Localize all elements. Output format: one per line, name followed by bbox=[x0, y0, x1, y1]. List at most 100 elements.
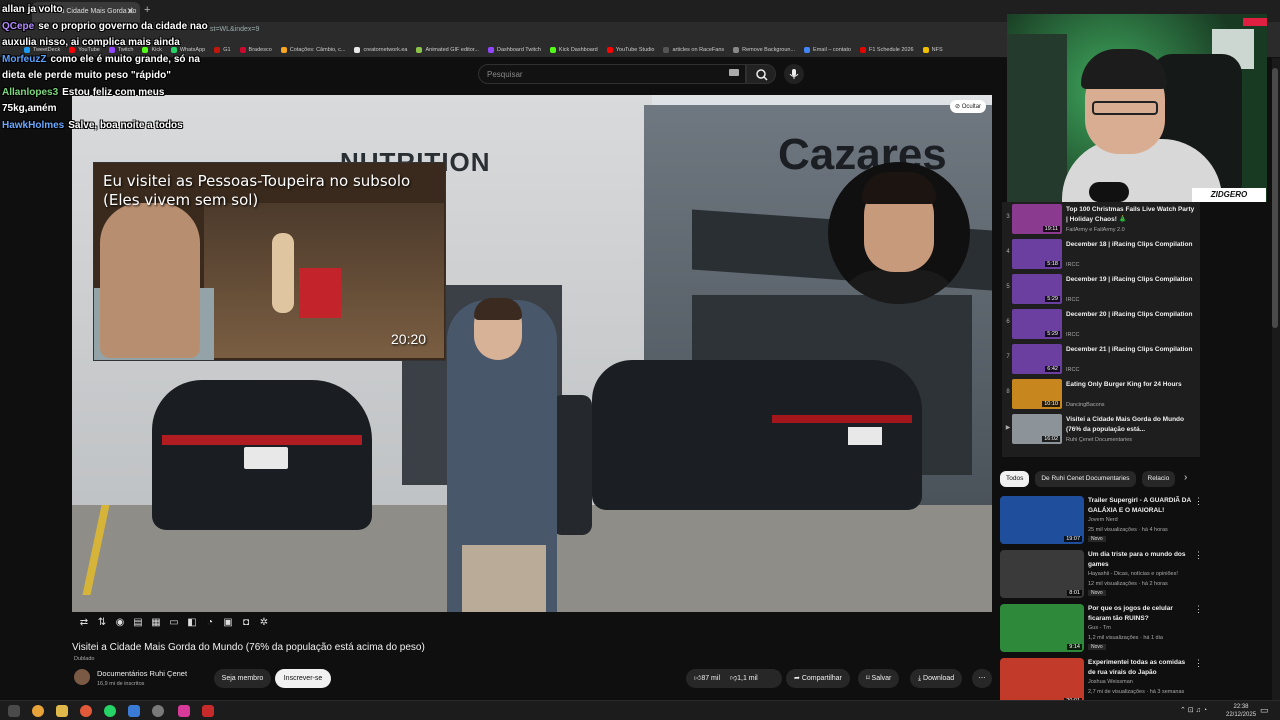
playlist-thumbnail[interactable]: 16:02 bbox=[1012, 414, 1062, 444]
theater-icon[interactable]: ▭ bbox=[168, 617, 180, 629]
bookmark-item[interactable]: Dashboard Twitch bbox=[487, 46, 541, 53]
recommendation-thumbnail[interactable]: 19:07 bbox=[1000, 496, 1084, 544]
playlist-item[interactable]: 4 5:18 December 18 | iRacing Clips Compila… bbox=[1002, 237, 1200, 272]
url-text[interactable]: st=WL&index=9 bbox=[210, 26, 259, 33]
page-scrollbar[interactable] bbox=[1272, 58, 1280, 700]
transcript-icon[interactable]: ▣ bbox=[222, 617, 234, 629]
recommendation-channel[interactable]: Hayashii - Dicas, notícias e opiniões! bbox=[1088, 571, 1178, 577]
recommendation-item[interactable]: 8:01 Um dia triste para o mundo dos games… bbox=[1000, 550, 1203, 602]
playlist-item[interactable]: 3 19:11 Top 100 Christmas Fails Live Watch… bbox=[1002, 202, 1200, 237]
download-button[interactable]: ⤓ Download bbox=[910, 669, 963, 688]
media-app-icon[interactable] bbox=[202, 705, 214, 717]
bookmark-item[interactable]: Kick Dashboard bbox=[549, 46, 598, 53]
clock[interactable]: 22:38 22/12/2025 bbox=[1226, 703, 1256, 719]
recommendation-channel[interactable]: Gus - Tm bbox=[1088, 625, 1111, 631]
playlist-title[interactable]: Top 100 Christmas Fails Live Watch Party… bbox=[1066, 205, 1196, 225]
chevron-right-icon[interactable]: › bbox=[1184, 472, 1187, 483]
bookmark-item[interactable]: F1 Schedule 2026 bbox=[859, 46, 914, 53]
bookmark-item[interactable]: NFS bbox=[922, 46, 943, 53]
playlist-item[interactable]: 5 5:29 December 19 | iRacing Clips Compila… bbox=[1002, 272, 1200, 307]
recommendation-item[interactable]: 9:14 Por que os jogos de celular ficaram … bbox=[1000, 604, 1203, 656]
folder-icon[interactable] bbox=[56, 705, 68, 717]
whatsapp-icon[interactable] bbox=[104, 705, 116, 717]
playlist-title[interactable]: Eating Only Burger King for 24 Hours bbox=[1066, 380, 1196, 390]
playlist-thumbnail[interactable]: 10:10 bbox=[1012, 379, 1062, 409]
keyboard-icon[interactable] bbox=[729, 69, 739, 76]
bookmark-item[interactable]: articles on RaceFans bbox=[663, 46, 724, 53]
app-icon[interactable] bbox=[80, 705, 92, 717]
sort-icon[interactable]: ⇅ bbox=[96, 617, 108, 629]
playlist-item[interactable]: 6 5:29 December 20 | iRacing Clips Compila… bbox=[1002, 307, 1200, 342]
settings-app-icon[interactable] bbox=[152, 705, 164, 717]
recommendation-title[interactable]: Por que os jogos de celular ficaram tão … bbox=[1088, 604, 1192, 624]
recommendation-thumbnail[interactable]: 8:01 bbox=[1000, 550, 1084, 598]
subscribe-button[interactable]: Inscrever-se bbox=[275, 669, 331, 688]
playlist-item[interactable]: 7 6:42 December 21 | iRacing Clips Compila… bbox=[1002, 342, 1200, 377]
playlist-title[interactable]: December 21 | iRacing Clips Compilation bbox=[1066, 345, 1196, 355]
more-actions-button[interactable]: ⋯ bbox=[972, 669, 992, 688]
end-screen-channel-avatar[interactable] bbox=[828, 162, 970, 304]
system-tray-icons[interactable]: ⌃ ⊡ ♫ ◔ bbox=[1180, 706, 1207, 714]
playlist-thumbnail[interactable]: 5:18 bbox=[1012, 239, 1062, 269]
playlist-title[interactable]: December 18 | iRacing Clips Compilation bbox=[1066, 240, 1196, 250]
end-screen-video-card[interactable]: Eu visitei as Pessoas-Toupeira no subsol… bbox=[93, 162, 446, 361]
bookmark-item[interactable]: YouTube Studio bbox=[606, 46, 654, 53]
like-button[interactable]: 👍︎ 87 mil bbox=[694, 669, 720, 688]
share-button[interactable]: ➦ Compartilhar bbox=[786, 669, 850, 688]
kebab-menu-icon[interactable]: ⋮ bbox=[1194, 550, 1203, 561]
bookmark-item[interactable]: Bradesco bbox=[239, 46, 272, 53]
join-button[interactable]: Seja membro bbox=[214, 669, 271, 688]
playlist-item[interactable]: ▶ 16:02 Visitei a Cidade Mais Gorda do Mun… bbox=[1002, 412, 1200, 447]
start-icon[interactable] bbox=[8, 705, 20, 717]
kebab-menu-icon[interactable]: ⋮ bbox=[1194, 604, 1203, 615]
bookmark-item[interactable]: Remove Backgroun... bbox=[733, 46, 795, 53]
playlist-title[interactable]: Visitei a Cidade Mais Gorda do Mundo (76… bbox=[1066, 415, 1196, 435]
recommendation-thumbnail[interactable]: 20:01 bbox=[1000, 658, 1084, 706]
hide-button[interactable]: ⊘ Ocultar bbox=[950, 100, 987, 113]
playlist-item[interactable]: 8 10:10 Eating Only Burger King for 24 Hou… bbox=[1002, 377, 1200, 412]
channel-name[interactable]: Documentários Ruhi Çenet bbox=[97, 669, 187, 678]
discord-icon[interactable] bbox=[128, 705, 140, 717]
playlist-thumbnail[interactable]: 5:29 bbox=[1012, 309, 1062, 339]
bookmark-item[interactable]: Email – contato bbox=[804, 46, 851, 53]
audio-icon[interactable]: ◉ bbox=[114, 617, 126, 629]
filter-chip[interactable]: De Ruhi Cenet Documentaries bbox=[1035, 471, 1136, 487]
mic-button[interactable] bbox=[784, 64, 804, 84]
kebab-menu-icon[interactable]: ⋮ bbox=[1194, 496, 1203, 507]
search-button[interactable] bbox=[746, 64, 776, 84]
bookmark-item[interactable]: Animated GIF editor... bbox=[416, 46, 479, 53]
captions-icon[interactable]: ▤ bbox=[132, 617, 144, 629]
recommendation-thumbnail[interactable]: 9:14 bbox=[1000, 604, 1084, 652]
playlist-title[interactable]: December 20 | iRacing Clips Compilation bbox=[1066, 310, 1196, 320]
recommendation-channel[interactable]: Jovem Nerd bbox=[1088, 517, 1118, 523]
save-button[interactable]: ⌑ Salvar bbox=[858, 669, 900, 688]
bookmark-item[interactable]: creatornetwork.ea bbox=[354, 46, 407, 53]
obs-icon[interactable] bbox=[178, 705, 190, 717]
filter-chip[interactable]: Todos bbox=[1000, 471, 1030, 487]
playlist-thumbnail[interactable]: 6:42 bbox=[1012, 344, 1062, 374]
scrollbar-thumb[interactable] bbox=[1272, 68, 1278, 328]
screenshot-icon[interactable]: ◘ bbox=[240, 617, 252, 629]
playlist-title[interactable]: December 19 | iRacing Clips Compilation bbox=[1066, 275, 1196, 285]
chapters-icon[interactable]: ▦ bbox=[150, 617, 162, 629]
recommendation-item[interactable]: 19:07 Trailer Supergirl - A GUARDIÃ DA GA… bbox=[1000, 496, 1203, 548]
playlist-thumbnail[interactable]: 5:29 bbox=[1012, 274, 1062, 304]
filter-chip[interactable]: Relacio bbox=[1141, 471, 1176, 487]
settings-icon[interactable]: ✲ bbox=[258, 617, 270, 629]
search-input[interactable]: Pesquisar bbox=[478, 64, 746, 84]
loop-icon[interactable]: ⇄ bbox=[78, 617, 90, 629]
recommendation-title[interactable]: Experimentei todas as comidas de rua vir… bbox=[1088, 658, 1192, 678]
playlist-thumbnail[interactable]: 19:11 bbox=[1012, 204, 1062, 234]
channel-avatar[interactable] bbox=[74, 669, 90, 685]
recommendation-channel[interactable]: Joshua Weissman bbox=[1088, 679, 1133, 685]
kebab-menu-icon[interactable]: ⋮ bbox=[1194, 658, 1203, 669]
dislike-button[interactable]: 👎︎ 1,1 mil bbox=[730, 669, 758, 688]
bookmark-item[interactable]: Cotações: Câmbio, c... bbox=[280, 46, 345, 53]
bookmark-item[interactable]: G1 bbox=[214, 46, 231, 53]
speed-icon[interactable]: ◔ bbox=[204, 617, 216, 629]
recommendation-title[interactable]: Um dia triste para o mundo dos games bbox=[1088, 550, 1192, 570]
notification-icon[interactable]: ▭ bbox=[1260, 705, 1269, 716]
recommendation-title[interactable]: Trailer Supergirl - A GUARDIÃ DA GALÁXIA… bbox=[1088, 496, 1192, 516]
chrome-icon[interactable] bbox=[32, 705, 44, 717]
miniplayer-icon[interactable]: ◧ bbox=[186, 617, 198, 629]
